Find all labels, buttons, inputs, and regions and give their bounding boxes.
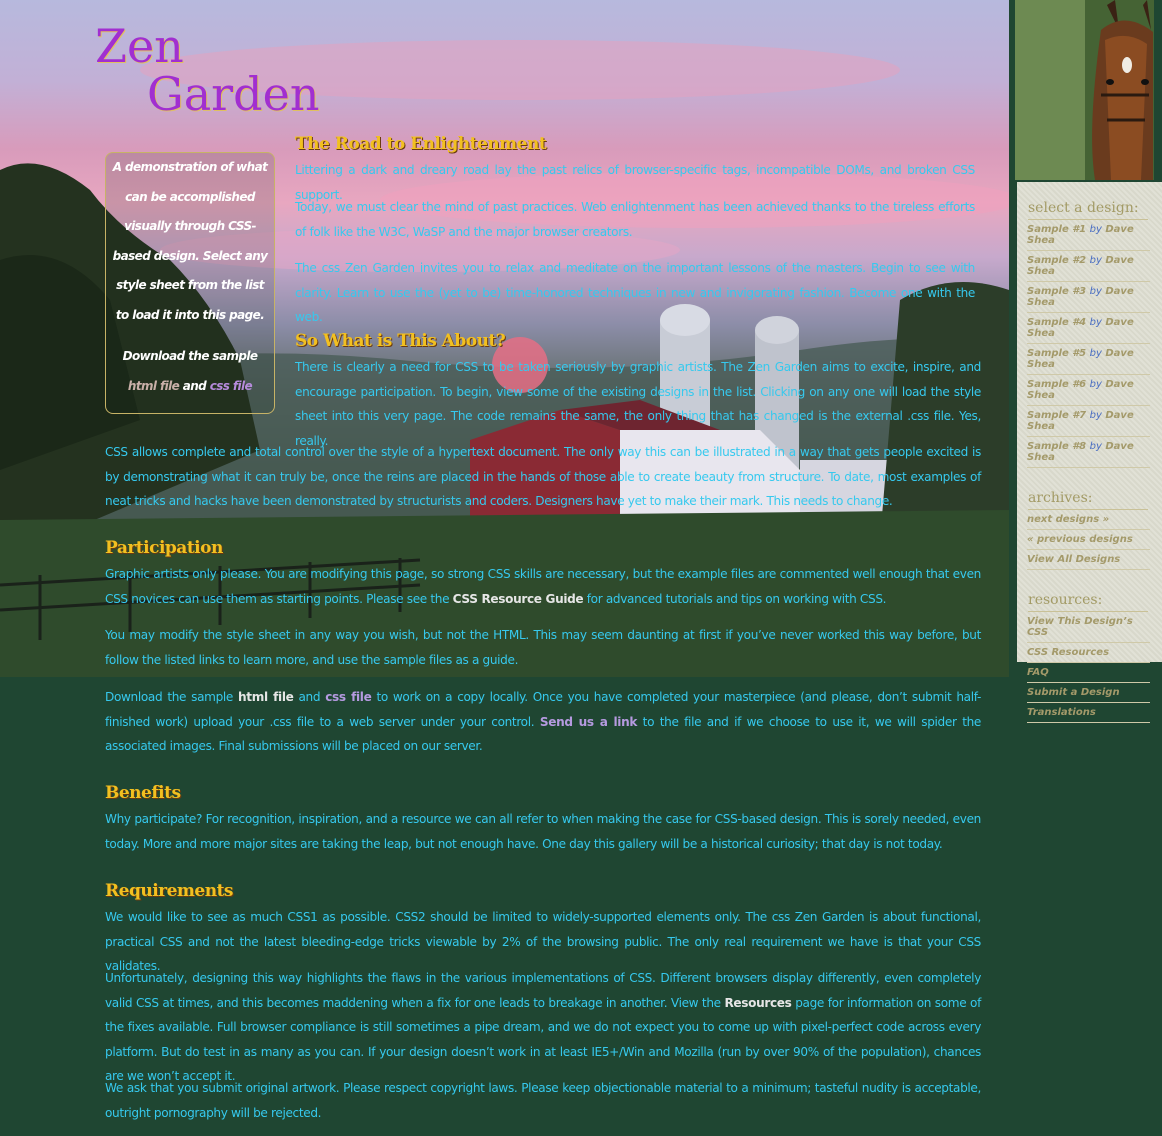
benefits-paragraph: Why participate? For recognition, inspir… bbox=[105, 812, 981, 851]
horse-photo bbox=[1015, 0, 1154, 180]
select-design-title: select a design: bbox=[1028, 200, 1148, 220]
design-item[interactable]: Sample #2 by Dave Shea bbox=[1027, 251, 1150, 282]
css-file-link-2[interactable]: css file bbox=[325, 690, 372, 704]
css-resources-link[interactable]: CSS Resources bbox=[1027, 643, 1150, 663]
view-css-link[interactable]: View This Design’s CSS bbox=[1027, 612, 1150, 643]
faq-link[interactable]: FAQ bbox=[1027, 663, 1150, 683]
design-name[interactable]: Sample #4 bbox=[1027, 317, 1086, 328]
design-name[interactable]: Sample #1 bbox=[1027, 224, 1086, 235]
logo-line-1: Zen bbox=[95, 19, 184, 73]
html-file-link-2[interactable]: html file bbox=[238, 690, 294, 704]
by-text: by bbox=[1089, 255, 1102, 266]
participation-paragraph-2: You may modify the style sheet in any wa… bbox=[105, 628, 981, 667]
by-text: by bbox=[1089, 348, 1102, 359]
participation-p3-text-a: Download the sample bbox=[105, 690, 238, 704]
road-heading: The Road to Enlightenment bbox=[295, 134, 547, 154]
design-name[interactable]: Sample #8 bbox=[1027, 441, 1086, 452]
download-prefix: Download the sample bbox=[122, 349, 258, 363]
design-name[interactable]: Sample #5 bbox=[1027, 348, 1086, 359]
requirements-heading: Requirements bbox=[105, 881, 234, 901]
design-item[interactable]: Sample #3 by Dave Shea bbox=[1027, 282, 1150, 313]
design-item[interactable]: Sample #6 by Dave Shea bbox=[1027, 375, 1150, 406]
html-file-suffix[interactable]: file bbox=[160, 379, 180, 393]
about-paragraph-1: There is clearly a need for CSS to be ta… bbox=[295, 360, 981, 448]
css-file-link[interactable]: css file bbox=[210, 379, 253, 393]
quick-summary-box: A demonstration of what can be accomplis… bbox=[105, 152, 275, 414]
html-file-link[interactable]: html bbox=[128, 379, 157, 393]
design-item[interactable]: Sample #5 by Dave Shea bbox=[1027, 344, 1150, 375]
previous-designs-link[interactable]: « previous designs bbox=[1027, 530, 1150, 550]
design-item[interactable]: Sample #1 by Dave Shea bbox=[1027, 220, 1150, 251]
by-text: by bbox=[1089, 410, 1102, 421]
benefits-heading: Benefits bbox=[105, 783, 181, 803]
summary-text: A demonstration of what can be accomplis… bbox=[112, 160, 268, 322]
requirements-paragraph-3: We ask that you submit original artwork.… bbox=[105, 1081, 981, 1120]
participation-paragraph-1: Graphic artists only please. You are mod… bbox=[105, 562, 981, 611]
submit-design-link[interactable]: Submit a Design bbox=[1027, 683, 1150, 703]
send-us-a-link[interactable]: Send us a link bbox=[540, 715, 638, 729]
translations-link[interactable]: Translations bbox=[1027, 703, 1150, 723]
road-paragraph-2: Today, we must clear the mind of past pr… bbox=[295, 200, 975, 239]
next-designs-link[interactable]: next designs » bbox=[1027, 510, 1150, 530]
about-paragraph-2: CSS allows complete and total control ov… bbox=[105, 445, 981, 508]
design-item[interactable]: Sample #7 by Dave Shea bbox=[1027, 406, 1150, 437]
about-heading: So What is This About? bbox=[295, 331, 506, 351]
by-text: by bbox=[1089, 224, 1102, 235]
design-name[interactable]: Sample #2 bbox=[1027, 255, 1086, 266]
participation-heading: Participation bbox=[105, 538, 223, 558]
and-text: and bbox=[179, 378, 210, 393]
summary-download: Download the sample html file and css fi… bbox=[110, 342, 270, 401]
resources-list: View This Design’s CSS CSS Resources FAQ… bbox=[1017, 612, 1162, 723]
design-list: Sample #1 by Dave Shea Sample #2 by Dave… bbox=[1017, 220, 1162, 468]
road-paragraph-3: The css Zen Garden invites you to relax … bbox=[295, 261, 975, 324]
by-text: by bbox=[1089, 286, 1102, 297]
by-text: by bbox=[1089, 441, 1102, 452]
participation-p3-and: and bbox=[293, 690, 326, 704]
logo-line-2: Garden bbox=[147, 67, 320, 121]
by-text: by bbox=[1089, 317, 1102, 328]
resources-title: resources: bbox=[1028, 592, 1148, 612]
archives-list: next designs » « previous designs View A… bbox=[1017, 510, 1162, 570]
design-name[interactable]: Sample #6 bbox=[1027, 379, 1086, 390]
participation-paragraph-3: Download the sample html file and css fi… bbox=[105, 685, 981, 759]
participation-p1-text-b: for advanced tutorials and tips on worki… bbox=[583, 591, 887, 606]
design-name[interactable]: Sample #7 bbox=[1027, 410, 1086, 421]
design-item[interactable]: Sample #4 by Dave Shea bbox=[1027, 313, 1150, 344]
requirements-paragraph-2: Unfortunately, designing this way highli… bbox=[105, 966, 981, 1089]
by-text: by bbox=[1089, 379, 1102, 390]
resources-link[interactable]: Resources bbox=[724, 996, 791, 1010]
sidebar: select a design: Sample #1 by Dave Shea … bbox=[1017, 182, 1162, 723]
design-item[interactable]: Sample #8 by Dave Shea bbox=[1027, 437, 1150, 468]
archives-title: archives: bbox=[1028, 490, 1148, 510]
design-name[interactable]: Sample #3 bbox=[1027, 286, 1086, 297]
css-resource-guide-link[interactable]: CSS Resource Guide bbox=[453, 592, 584, 606]
site-logo: Zen Garden bbox=[95, 22, 319, 118]
view-all-designs-link[interactable]: View All Designs bbox=[1027, 550, 1150, 570]
